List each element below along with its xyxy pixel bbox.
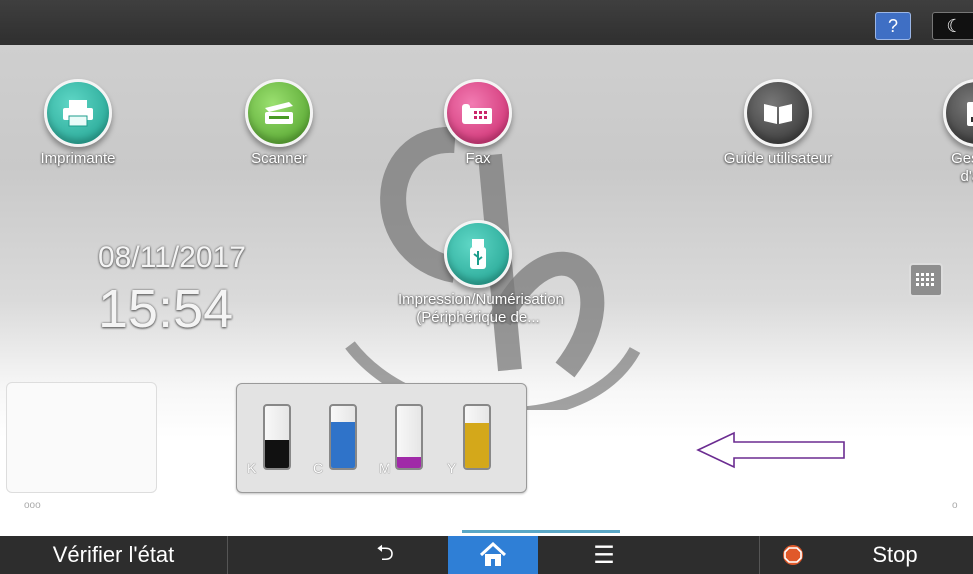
page-indicator: o bbox=[952, 500, 958, 511]
grid-icon bbox=[916, 273, 934, 286]
app-label: Impression/Numérisation (Périphérique de… bbox=[398, 291, 564, 326]
toner-y: Y bbox=[447, 404, 497, 476]
app-fax[interactable]: Fax bbox=[398, 79, 558, 168]
toner-tube bbox=[263, 404, 291, 470]
toner-letter: Y bbox=[447, 460, 457, 476]
back-button[interactable]: ⮌ bbox=[355, 536, 415, 574]
bottom-bar: Vérifier l'état ⮌ ☰ Stop bbox=[0, 536, 973, 574]
app-user-guide[interactable]: Guide utilisateur bbox=[698, 79, 858, 168]
app-label: Fax bbox=[465, 150, 491, 167]
home-button[interactable] bbox=[448, 536, 538, 574]
toner-letter: C bbox=[313, 460, 324, 476]
app-address-book[interactable]: Gestion d'adr bbox=[897, 79, 973, 186]
usb-icon bbox=[444, 220, 512, 288]
app-label: Gestion d'adr bbox=[951, 150, 973, 185]
app-scanner[interactable]: Scanner bbox=[199, 79, 359, 168]
home-screen: Imprimante Scanner Fax Guide utilisateur… bbox=[0, 45, 973, 536]
annotation-arrow bbox=[696, 431, 845, 469]
toner-k: K bbox=[247, 404, 297, 476]
toner-fill bbox=[331, 421, 355, 468]
fax-icon bbox=[444, 79, 512, 147]
check-status-button[interactable]: Vérifier l'état bbox=[0, 536, 228, 574]
time-display: 15:54 bbox=[98, 279, 234, 339]
app-label: Scanner bbox=[251, 150, 307, 167]
address-book-icon bbox=[943, 79, 973, 147]
menu-button[interactable]: ☰ bbox=[574, 536, 634, 574]
app-printer[interactable]: Imprimante bbox=[0, 79, 158, 168]
app-label: Imprimante bbox=[40, 150, 116, 167]
home-icon bbox=[479, 542, 507, 566]
toner-tube bbox=[395, 404, 423, 470]
book-icon bbox=[744, 79, 812, 147]
toner-fill bbox=[265, 440, 289, 468]
home-indicator bbox=[462, 530, 620, 533]
toner-tube bbox=[463, 404, 491, 470]
stop-button[interactable]: Stop bbox=[855, 536, 935, 574]
toner-level-widget[interactable]: K C M Y bbox=[236, 383, 527, 493]
printer-icon bbox=[44, 79, 112, 147]
toner-m: M bbox=[379, 404, 429, 476]
toner-letter: K bbox=[247, 460, 257, 476]
stop-icon[interactable] bbox=[776, 536, 810, 574]
widget-panel[interactable] bbox=[6, 382, 157, 493]
toner-fill bbox=[465, 423, 489, 468]
top-bar: ? ☾ bbox=[0, 0, 973, 45]
page-indicator: ooo bbox=[24, 500, 41, 511]
sleep-mode-button[interactable]: ☾ bbox=[932, 12, 973, 40]
scanner-icon bbox=[245, 79, 313, 147]
toner-letter: M bbox=[379, 460, 391, 476]
date-display: 08/11/2017 bbox=[98, 241, 246, 274]
help-button[interactable]: ? bbox=[875, 12, 911, 40]
toner-fill bbox=[397, 456, 421, 468]
toner-tube bbox=[329, 404, 357, 470]
app-label: Guide utilisateur bbox=[723, 150, 833, 167]
app-usb-print-scan[interactable]: Impression/Numérisation (Périphérique de… bbox=[398, 220, 564, 327]
app-list-button[interactable] bbox=[909, 263, 943, 297]
divider bbox=[759, 536, 760, 574]
toner-c: C bbox=[313, 404, 363, 476]
